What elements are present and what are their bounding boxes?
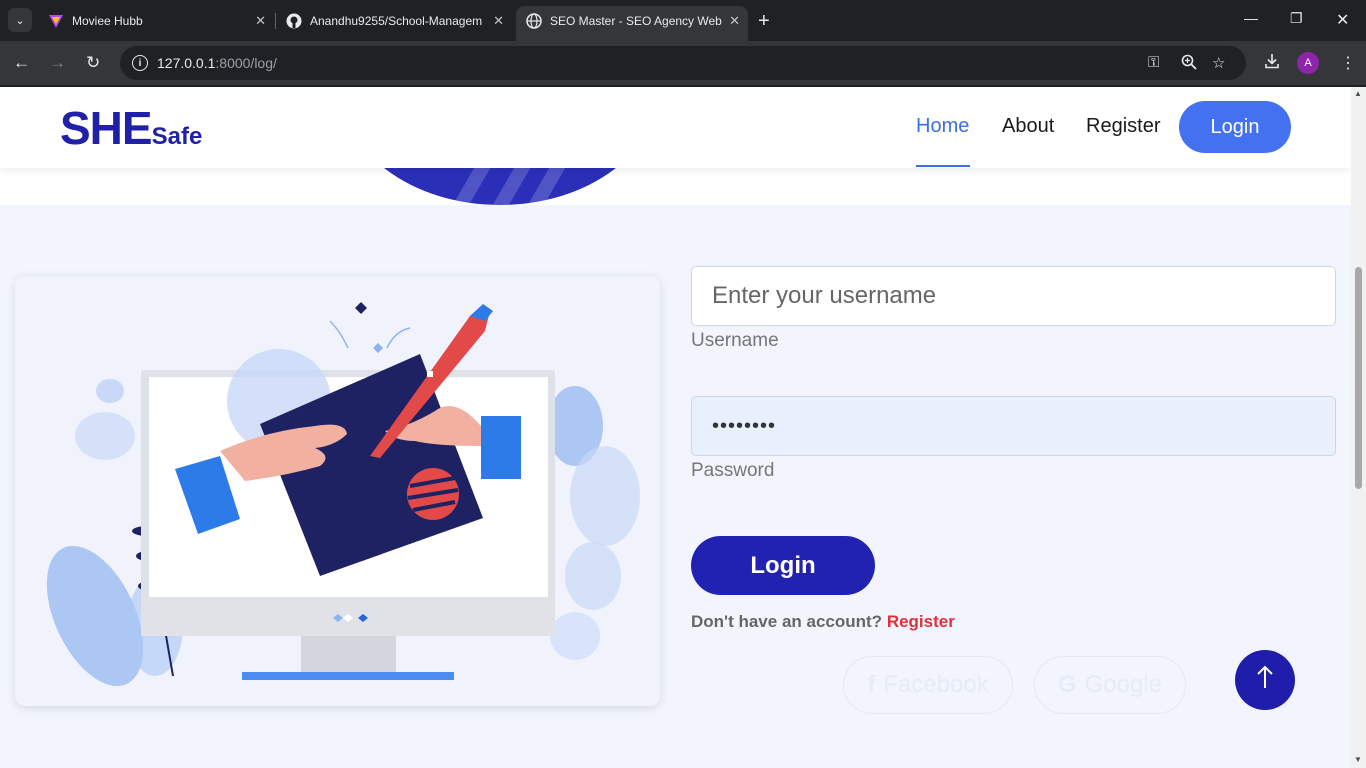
forward-icon[interactable]: → [49,53,66,73]
logo-she: SHE [60,102,153,154]
moviee-hubb-favicon-icon [48,13,64,29]
logo-safe: Safe [151,123,203,150]
page-scrollbar[interactable]: ▲ ▼ [1351,87,1366,768]
facebook-login-button[interactable]: f Facebook [843,656,1013,714]
login-illustration-card [15,276,660,706]
menu-kebab-icon[interactable]: ⋮ [1340,53,1356,73]
scroll-down-icon[interactable]: ▼ [1354,755,1362,764]
tab-title: Anandhu9255/School-Managem [310,13,482,28]
tab-moviee-hubb[interactable]: Moviee Hubb ✕ [38,6,274,35]
browser-toolbar: ← → ↻ i 127.0.0.1:8000/log/ ⚿ ☆ A ⋮ [0,41,1366,85]
google-label: Google [1084,671,1163,698]
login-submit-button[interactable]: Login [691,536,875,595]
nav-register[interactable]: Register [1086,115,1160,138]
signup-prompt: Don't have an account? Register [691,612,955,632]
address-bar[interactable]: i 127.0.0.1:8000/log/ ⚿ ☆ [120,46,1246,80]
register-link[interactable]: Register [887,612,955,631]
reload-icon[interactable]: ↻ [86,53,100,73]
username-input[interactable] [691,266,1336,326]
close-tab-icon[interactable]: ✕ [255,13,266,29]
tab-search-button[interactable]: ⌄ [8,8,32,32]
google-icon: G [1057,671,1077,698]
zoom-icon[interactable] [1181,54,1197,74]
url-host: 127.0.0.1 [157,55,216,71]
tab-seo-master[interactable]: SEO Master - SEO Agency Web ✕ [516,6,748,41]
scroll-thumb[interactable] [1355,267,1362,489]
github-favicon-icon [286,13,302,29]
google-login-button[interactable]: G Google [1034,656,1186,714]
site-navbar: SHESafe Home About Register Login [0,87,1351,168]
new-tab-icon[interactable]: + [758,10,770,33]
bookmark-star-icon[interactable]: ☆ [1212,54,1225,72]
restore-icon[interactable]: ❐ [1290,10,1303,27]
no-account-text: Don't have an account? [691,612,883,631]
scroll-up-icon[interactable]: ▲ [1354,89,1362,98]
back-to-top-button[interactable] [1235,650,1295,710]
tab-github[interactable]: Anandhu9255/School-Managem ✕ [276,6,512,35]
facebook-label: Facebook [883,671,989,698]
nav-about[interactable]: About [1002,115,1054,138]
monitor-illustration [46,302,640,687]
arrow-up-icon [1255,664,1275,697]
url-text[interactable]: 127.0.0.1:8000/log/ [157,55,277,71]
password-label: Password [691,460,775,481]
close-tab-icon[interactable]: ✕ [729,13,740,29]
nav-login-button[interactable]: Login [1179,101,1291,153]
download-icon[interactable] [1264,53,1280,74]
nav-home[interactable]: Home [916,115,969,138]
profile-avatar[interactable]: A [1297,52,1319,74]
close-tab-icon[interactable]: ✕ [493,13,504,29]
username-label: Username [691,330,779,351]
minimize-icon[interactable]: — [1244,10,1258,26]
password-input[interactable]: •••••••• [691,396,1336,456]
site-info-icon[interactable]: i [132,55,148,71]
site-logo[interactable]: SHESafe [60,101,202,155]
browser-tabstrip: ⌄ Moviee Hubb ✕ Anandhu9255/School-Manag… [0,0,1366,41]
password-key-icon[interactable]: ⚿ [1148,54,1159,71]
url-path: :8000/log/ [215,55,277,71]
page-viewport: SHESafe Home About Register Login Enter … [0,87,1351,768]
tab-title: Moviee Hubb [72,13,143,28]
close-window-icon[interactable]: ✕ [1336,10,1349,30]
globe-favicon-icon [526,12,542,29]
back-icon[interactable]: ← [13,53,30,73]
nav-active-underline [916,165,970,167]
facebook-icon: f [867,671,876,698]
tab-title: SEO Master - SEO Agency Web [550,13,722,28]
